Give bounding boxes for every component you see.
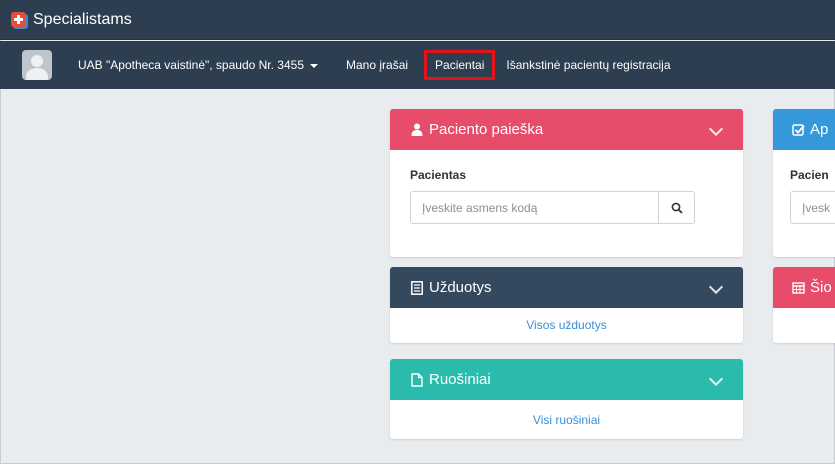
- chevron-down-icon[interactable]: [708, 371, 724, 387]
- nav-item-isankstine-registracija[interactable]: Išankstinė pacientų registracija: [506, 58, 670, 72]
- today-title: Šio: [810, 279, 832, 296]
- appointments-panel: Ap Pacien Įvesk: [773, 109, 835, 257]
- checkbox-icon: [791, 123, 805, 137]
- calendar-icon: [791, 281, 805, 295]
- chevron-down-icon[interactable]: [708, 121, 724, 137]
- tasks-header[interactable]: Užduotys: [390, 267, 743, 308]
- dashboard-content: Paciento paieška Pacientas Įveskite asme…: [0, 89, 835, 464]
- tasks-title: Užduotys: [429, 279, 492, 296]
- avatar[interactable]: [22, 50, 52, 80]
- appointments-search-group: Įvesk: [790, 191, 835, 224]
- drafts-header[interactable]: Ruošiniai: [390, 359, 743, 400]
- patient-search-header[interactable]: Paciento paieška: [390, 109, 743, 150]
- file-icon: [410, 372, 424, 387]
- main-navbar: UAB "Apotheca vaistinė", spaudo Nr. 3455…: [0, 41, 835, 89]
- appointments-body: Pacien Įvesk: [773, 150, 835, 242]
- today-header[interactable]: Šio: [773, 267, 835, 308]
- patient-search-group: Įveskite asmens kodą: [410, 191, 695, 224]
- all-tasks-link[interactable]: Visos užduotys: [390, 308, 743, 341]
- app-title: Specialistams: [33, 10, 132, 28]
- list-icon: [410, 280, 424, 295]
- search-button[interactable]: [658, 191, 695, 224]
- appointments-header[interactable]: Ap: [773, 109, 835, 150]
- tasks-panel: Užduotys Visos užduotys: [390, 267, 743, 343]
- patient-search-body: Pacientas Įveskite asmens kodą: [390, 150, 743, 242]
- medical-cross-icon: [11, 12, 26, 27]
- company-label: UAB "Apotheca vaistinė", spaudo Nr. 3455: [78, 58, 304, 72]
- title-bar: Specialistams: [0, 0, 835, 40]
- caret-down-icon: [310, 63, 318, 68]
- patient-field-label: Pacientas: [410, 168, 467, 182]
- drafts-panel: Ruošiniai Visi ruošiniai: [390, 359, 743, 439]
- company-dropdown[interactable]: UAB "Apotheca vaistinė", spaudo Nr. 3455: [78, 58, 318, 72]
- nav-item-pacientai[interactable]: Pacientai: [424, 50, 496, 80]
- patient-search-title: Paciento paieška: [429, 121, 544, 138]
- today-panel: Šio: [773, 267, 835, 343]
- search-icon: [671, 202, 683, 214]
- chevron-down-icon[interactable]: [708, 279, 724, 295]
- all-drafts-link[interactable]: Visi ruošiniai: [390, 400, 743, 439]
- appointments-field-label: Pacien: [790, 168, 829, 182]
- appointments-title: Ap: [810, 121, 829, 138]
- app-window: Specialistams UAB "Apotheca vaistinė", s…: [0, 0, 835, 464]
- drafts-title: Ruošiniai: [429, 371, 491, 388]
- patient-search-input[interactable]: Įveskite asmens kodą: [410, 191, 658, 224]
- appointments-search-input[interactable]: Įvesk: [790, 191, 835, 224]
- patient-search-panel: Paciento paieška Pacientas Įveskite asme…: [390, 109, 743, 257]
- nav-item-mano-irasai[interactable]: Mano įrašai: [346, 58, 408, 72]
- user-icon: [410, 123, 424, 137]
